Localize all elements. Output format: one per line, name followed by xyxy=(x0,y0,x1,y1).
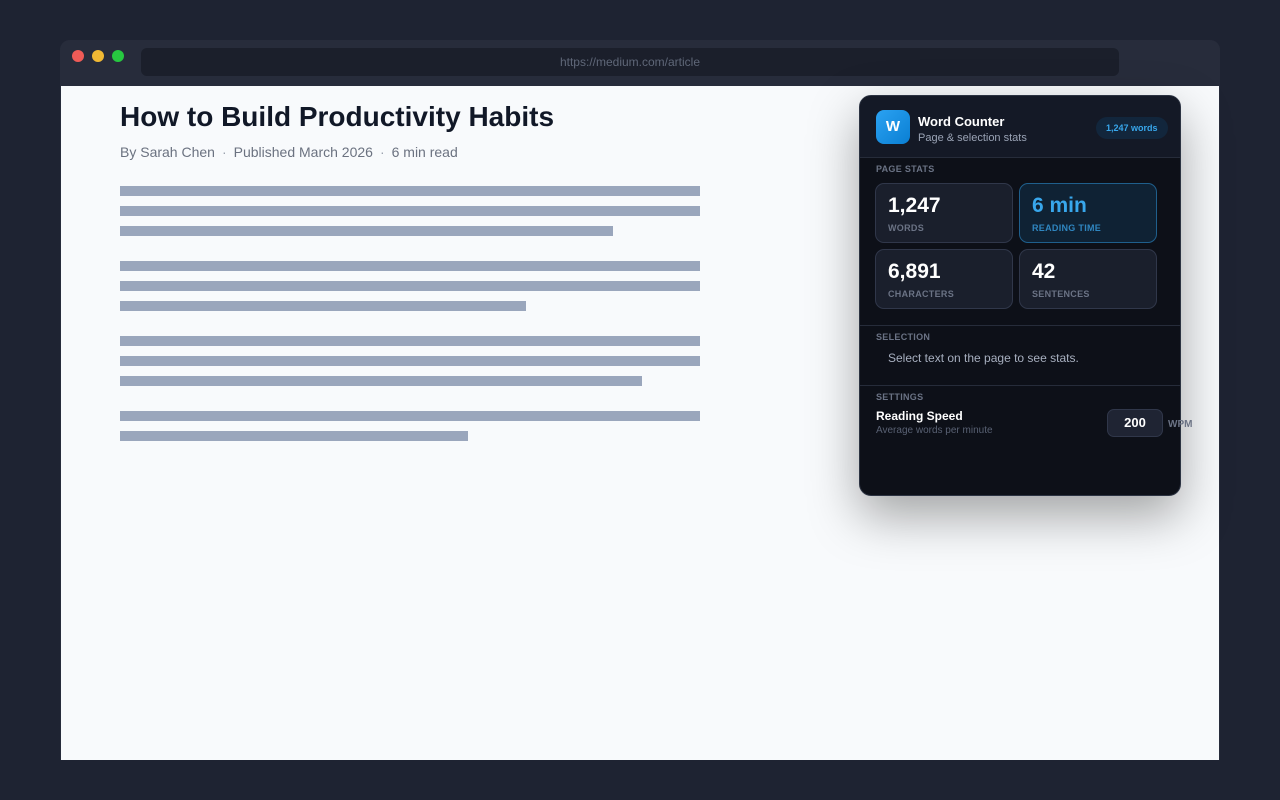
minimize-window-button[interactable] xyxy=(92,50,104,62)
section-divider xyxy=(860,385,1180,386)
stat-value: 1,247 xyxy=(888,194,941,217)
stat-card-characters: 6,891 CHARACTERS xyxy=(875,249,1013,309)
stat-card-sentences: 42 SENTENCES xyxy=(1019,249,1157,309)
section-divider xyxy=(860,325,1180,326)
text-line xyxy=(120,281,700,291)
byline-separator: · xyxy=(379,144,385,160)
text-line xyxy=(120,336,700,346)
popup-header: W Word Counter Page & selection stats 1,… xyxy=(860,96,1180,158)
browser-titlebar: https://medium.com/article xyxy=(60,40,1220,86)
word-counter-logo-icon: W xyxy=(876,110,910,144)
text-line xyxy=(120,261,700,271)
stat-value: 6,891 xyxy=(888,260,941,283)
reading-speed-unit: WPM xyxy=(1168,419,1193,430)
article-author[interactable]: By Sarah Chen xyxy=(120,144,215,160)
close-window-button[interactable] xyxy=(72,50,84,62)
word-count-badge: 1,247 words xyxy=(1096,117,1168,139)
extension-name: Word Counter xyxy=(918,114,1005,129)
selection-hint: Select text on the page to see stats. xyxy=(888,351,1079,365)
byline-separator: · xyxy=(221,144,227,160)
article-title: How to Build Productivity Habits xyxy=(120,101,555,132)
maximize-window-button[interactable] xyxy=(112,50,124,62)
reading-speed-description: Average words per minute xyxy=(876,425,993,436)
stat-card-words: 1,247 WORDS xyxy=(875,183,1013,243)
stat-label: WORDS xyxy=(888,223,924,233)
text-line xyxy=(120,431,468,441)
text-line xyxy=(120,301,526,311)
article-byline: By Sarah Chen · Published March 2026 · 6 min… xyxy=(120,144,458,160)
stat-value: 6 min xyxy=(1032,194,1087,217)
article-published: Published March 2026 xyxy=(233,144,373,160)
text-line xyxy=(120,356,700,366)
extension-subtitle: Page & selection stats xyxy=(918,132,1027,144)
stat-value: 42 xyxy=(1032,260,1056,283)
stat-card-reading-time: 6 min READING TIME xyxy=(1019,183,1157,243)
selection-label: SELECTION xyxy=(876,332,931,342)
stat-label: CHARACTERS xyxy=(888,289,954,299)
reading-speed-input[interactable]: 200 xyxy=(1107,409,1163,437)
stat-label: READING TIME xyxy=(1032,223,1102,233)
text-line xyxy=(120,206,700,216)
page-stats-label: PAGE STATS xyxy=(876,164,935,174)
article-read-time: 6 min read xyxy=(391,144,458,160)
text-line xyxy=(120,411,700,421)
word-counter-popup: W Word Counter Page & selection stats 1,… xyxy=(859,95,1181,496)
text-line xyxy=(120,226,613,236)
reading-speed-title: Reading Speed xyxy=(876,409,963,423)
settings-label: SETTINGS xyxy=(876,392,924,402)
text-line xyxy=(120,376,642,386)
address-bar[interactable]: https://medium.com/article xyxy=(141,48,1119,76)
stat-label: SENTENCES xyxy=(1032,289,1090,299)
text-line xyxy=(120,186,700,196)
